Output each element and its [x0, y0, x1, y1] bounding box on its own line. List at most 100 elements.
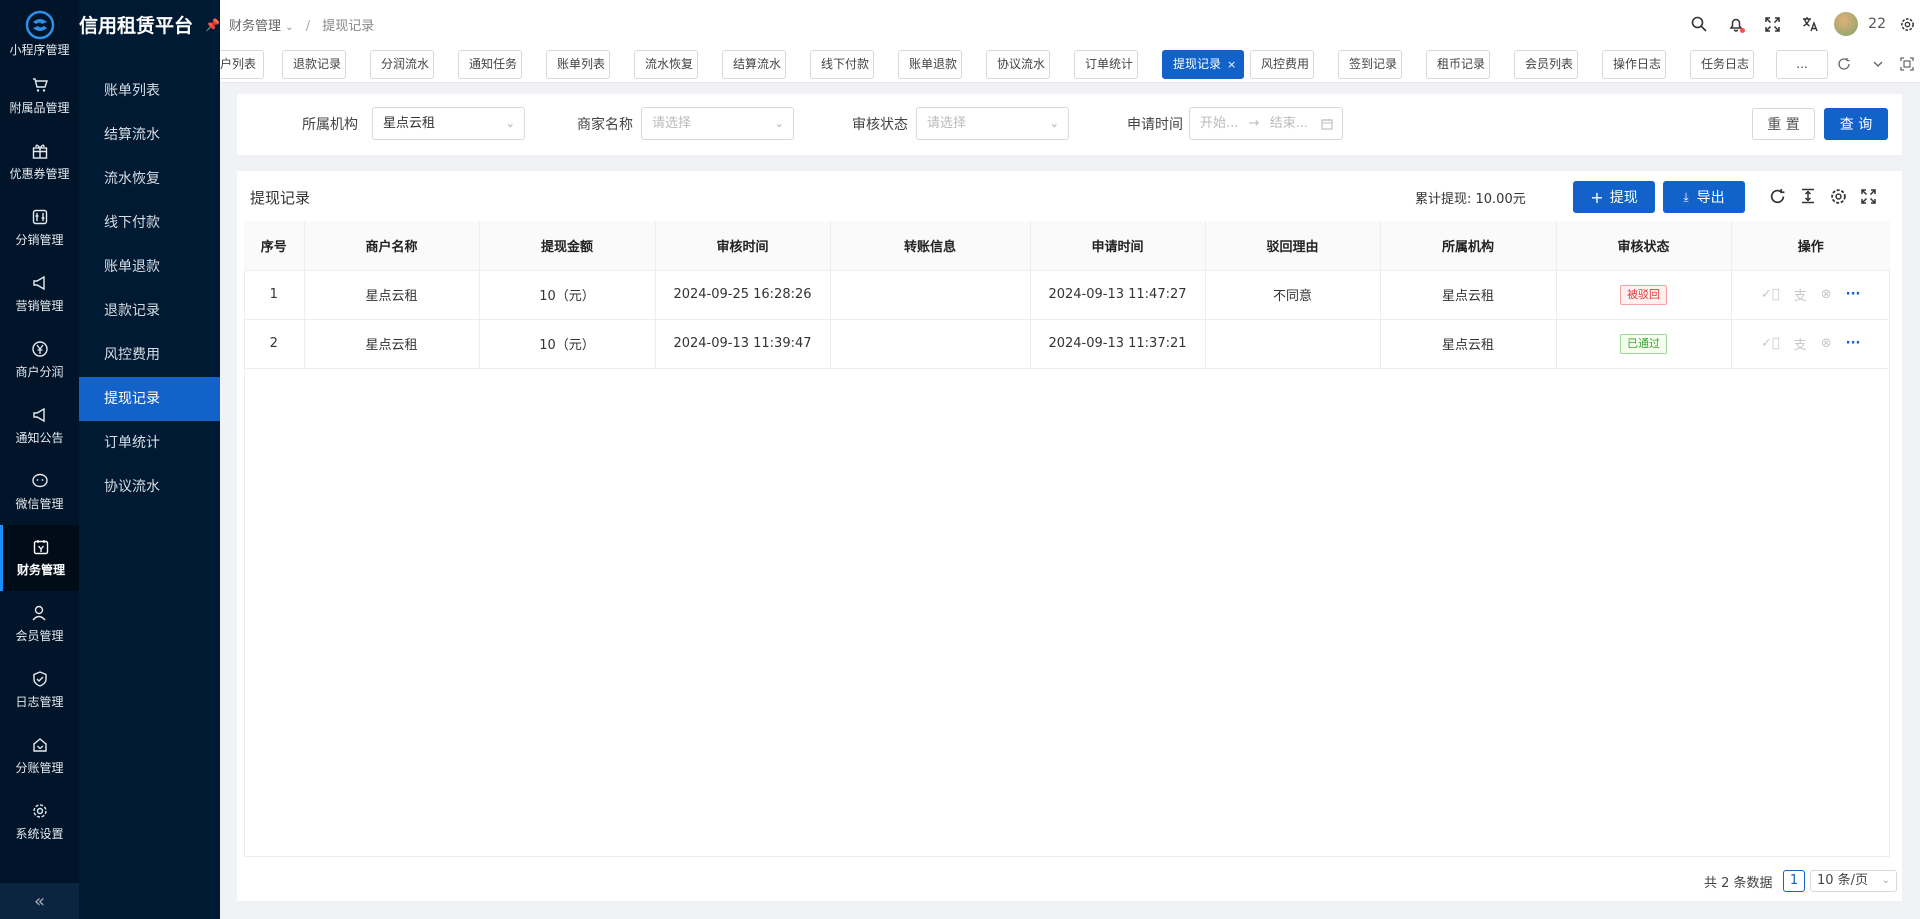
tab-refund-records[interactable]: 退款记录 [282, 50, 346, 79]
submenu-item-offline-pay[interactable]: 线下付款 [79, 201, 220, 245]
logo-icon [25, 10, 54, 39]
username[interactable]: 22 [1868, 16, 1886, 32]
submenu-item-bill-refund[interactable]: 账单退款 [79, 245, 220, 289]
tab-withdraw-records[interactable]: 提现记录 × [1162, 50, 1244, 79]
sub-sidebar: 信用租赁平台 📌 账单列表 结算流水 流水恢复 线下付款 账单退款 退款记录 风… [79, 0, 220, 919]
more-icon[interactable]: ··· [1846, 336, 1861, 351]
tab-coin-records[interactable]: 租币记录 [1426, 50, 1490, 79]
start-date-input[interactable]: 开始... [1200, 116, 1238, 131]
tab-label: 流水恢复 [645, 57, 694, 71]
split-icon [32, 738, 47, 752]
reject-icon[interactable]: ⊗ [1821, 336, 1832, 351]
tab-settlement-flow[interactable]: 结算流水 [722, 50, 786, 79]
pagination-page-1[interactable]: 1 [1783, 870, 1805, 892]
rail-item-settings[interactable]: 系统设置 [0, 789, 79, 855]
tab-risk-fee[interactable]: 风控费用 [1250, 50, 1314, 79]
end-date-input[interactable]: 结束... [1270, 116, 1308, 131]
table-refresh-button[interactable] [1766, 185, 1788, 207]
tab-bill-list[interactable]: 账单列表 [546, 50, 610, 79]
status-select[interactable]: 请选择 ⌄ [916, 107, 1069, 140]
approve-icon[interactable]: ✓⃝ [1761, 287, 1780, 302]
reject-icon[interactable]: ⊗ [1821, 287, 1832, 302]
rail-item-split[interactable]: 分账管理 [0, 723, 79, 789]
cell-transfer [830, 270, 1031, 320]
tabs-maximize-button[interactable] [1895, 52, 1919, 76]
submenu-item-agreement[interactable]: 协议流水 [79, 465, 220, 509]
pay-icon[interactable]: 支 [1794, 285, 1807, 304]
column-height-button[interactable] [1797, 185, 1819, 207]
approve-icon[interactable]: ✓⃝ [1761, 336, 1780, 351]
cell-reason: 不同意 [1205, 270, 1381, 320]
more-icon[interactable]: ··· [1846, 287, 1861, 302]
tab-agreement-flow[interactable]: 协议流水 [986, 50, 1050, 79]
tab-task-log[interactable]: 任务日志 [1690, 50, 1754, 79]
rail-item-marketing[interactable]: 营销管理 [0, 261, 79, 327]
table-fullscreen-button[interactable] [1857, 185, 1879, 207]
org-select[interactable]: 星点云租 ⌄ [372, 107, 525, 140]
breadcrumb-parent[interactable]: 财务管理 [229, 19, 281, 34]
withdraw-button[interactable]: + 提现 [1573, 181, 1655, 213]
tab-user-list[interactable]: 户列表 [220, 50, 264, 79]
submenu-item-risk-fee[interactable]: 风控费用 [79, 333, 220, 377]
tab-profit-flow[interactable]: 分润流水 [370, 50, 434, 79]
rail-item-wechat[interactable]: 微信管理 [0, 459, 79, 525]
submenu-item-restore[interactable]: 流水恢复 [79, 157, 220, 201]
rail-item-notice[interactable]: 通知公告 [0, 393, 79, 459]
merchant-select[interactable]: 请选择 ⌄ [641, 107, 794, 140]
org-select-value: 星点云租 [383, 116, 436, 131]
rail-item-miniapp[interactable]: 小程序管理 [0, 41, 79, 57]
close-icon[interactable]: × [1227, 58, 1236, 71]
tab-flow-restore[interactable]: 流水恢复 [634, 50, 698, 79]
pay-icon[interactable]: 支 [1794, 334, 1807, 353]
submenu-item-settlement[interactable]: 结算流水 [79, 113, 220, 157]
rail-item-accessories[interactable]: 附属品管理 [0, 63, 79, 129]
rail-item-members[interactable]: 会员管理 [0, 591, 79, 657]
page-size-select[interactable]: 10 条/页 ⌄ [1810, 870, 1897, 892]
export-button[interactable]: ⤓ 导出 [1663, 181, 1745, 213]
tab-bill-refund[interactable]: 账单退款 [898, 50, 962, 79]
language-button[interactable] [1791, 16, 1828, 32]
search-button[interactable] [1680, 16, 1717, 32]
tabs-dropdown-button[interactable] [1866, 52, 1890, 76]
tabs-refresh-button[interactable] [1832, 52, 1856, 76]
rail-item-profit[interactable]: 商户分润 [0, 327, 79, 393]
tab-label: 签到记录 [1349, 57, 1398, 71]
column-header: 提现金额 [479, 221, 656, 271]
rail-item-coupons[interactable]: 优惠券管理 [0, 129, 79, 195]
notification-button[interactable] [1717, 16, 1754, 33]
pin-icon[interactable]: 📌 [205, 18, 220, 32]
rail-item-logs[interactable]: 日志管理 [0, 657, 79, 723]
cell-org: 星点云租 [1380, 270, 1557, 320]
rail-item-label: 商户分润 [15, 365, 64, 379]
pagination-total: 共 2 条数据 [1704, 876, 1773, 891]
breadcrumb-current: 提现记录 [322, 18, 375, 34]
fullscreen-button[interactable] [1754, 16, 1791, 32]
tab-operation-log[interactable]: 操作日志 [1602, 50, 1666, 79]
tab-member-list[interactable]: 会员列表 [1514, 50, 1578, 79]
table-settings-button[interactable] [1827, 185, 1849, 207]
settings-button[interactable] [1894, 17, 1920, 32]
sidebar-collapse-button[interactable]: « [0, 883, 79, 919]
submenu-item-order-stats[interactable]: 订单统计 [79, 421, 220, 465]
rail-item-distribution[interactable]: 分销管理 [0, 195, 79, 261]
cell-merchant: 星点云租 [304, 270, 480, 320]
tab-notify-tasks[interactable]: 通知任务 [458, 50, 522, 79]
tab-order-stats[interactable]: 订单统计 [1074, 50, 1138, 79]
tab-bar: 户列表 退款记录 分润流水 通知任务 账单列表 流水恢复 结算流水 线下付款 账… [220, 48, 1920, 83]
apply-time-range-picker[interactable]: 开始... → 结束... [1189, 107, 1343, 140]
reset-button[interactable]: 重 置 [1752, 108, 1815, 140]
tab-offline-pay[interactable]: 线下付款 [810, 50, 874, 79]
cell-index: 1 [244, 270, 305, 320]
submenu-item-refund-records[interactable]: 退款记录 [79, 289, 220, 333]
submenu-item-bills[interactable]: 账单列表 [79, 69, 220, 113]
tab-more[interactable]: ... [1776, 50, 1828, 79]
withdraw-card: 提现记录 累计提现: 10.00元 + 提现 ⤓ 导出 序号 商户名称 提现金额… [237, 171, 1902, 901]
query-button[interactable]: 查 询 [1824, 108, 1888, 140]
tab-label: 任务日志 [1701, 57, 1750, 71]
avatar[interactable] [1834, 12, 1859, 36]
submenu-item-withdraw[interactable]: 提现记录 [79, 377, 220, 421]
tab-checkin-records[interactable]: 签到记录 [1338, 50, 1402, 79]
cell-merchant: 星点云租 [304, 319, 480, 369]
column-height-icon [1802, 188, 1814, 204]
rail-item-finance[interactable]: 财务管理 [0, 525, 79, 591]
